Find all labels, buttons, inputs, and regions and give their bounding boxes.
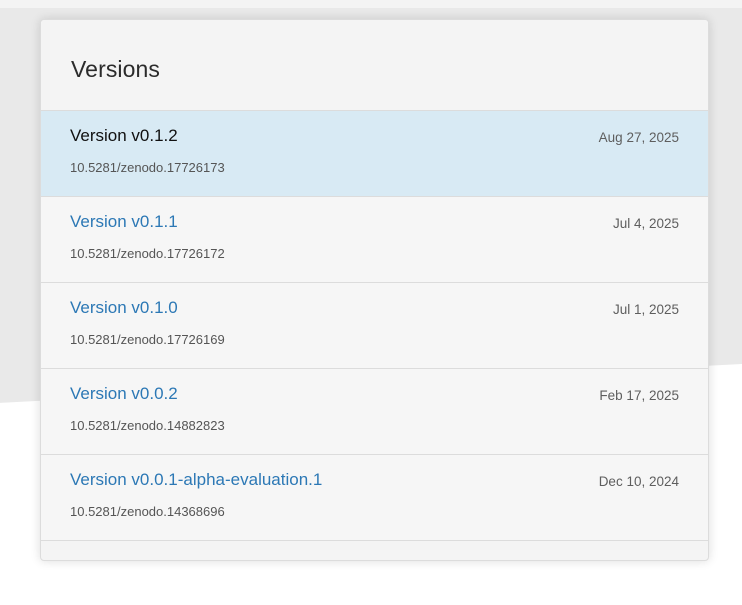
version-doi: 10.5281/zenodo.17726172 [70,246,225,261]
version-doi: 10.5281/zenodo.14882823 [70,418,225,433]
version-row[interactable]: Version v0.1.2 10.5281/zenodo.17726173 A… [41,111,708,197]
version-link[interactable]: Version v0.0.2 [70,384,178,404]
versions-panel-header: Versions [41,20,708,110]
version-name: Version v0.1.2 [70,126,178,145]
version-date: Feb 17, 2025 [599,388,679,403]
version-doi: 10.5281/zenodo.14368696 [70,504,225,519]
version-date: Aug 27, 2025 [598,130,679,145]
version-link[interactable]: Version v0.1.1 [70,212,178,232]
version-date: Jul 4, 2025 [612,216,679,231]
version-doi: 10.5281/zenodo.17726173 [70,160,225,175]
version-row: Version v0.0.1-alpha-evaluation.1 10.528… [41,455,708,541]
page-background-top [0,0,742,8]
version-row: Version v0.0.2 10.5281/zenodo.14882823 F… [41,369,708,455]
version-row: Version v0.1.0 10.5281/zenodo.17726169 J… [41,283,708,369]
version-date: Dec 10, 2024 [598,474,679,489]
version-row: Version v0.1.1 10.5281/zenodo.17726172 J… [41,197,708,283]
version-link[interactable]: Version v0.1.0 [70,298,178,318]
version-link[interactable]: Version v0.0.1-alpha-evaluation.1 [70,470,322,490]
version-list: Version v0.1.2 10.5281/zenodo.17726173 A… [41,110,708,541]
version-date: Jul 1, 2025 [612,302,679,317]
versions-panel-title: Versions [71,56,161,82]
version-doi: 10.5281/zenodo.17726169 [70,332,225,347]
versions-panel: Versions Version v0.1.2 10.5281/zenodo.1… [40,19,709,561]
